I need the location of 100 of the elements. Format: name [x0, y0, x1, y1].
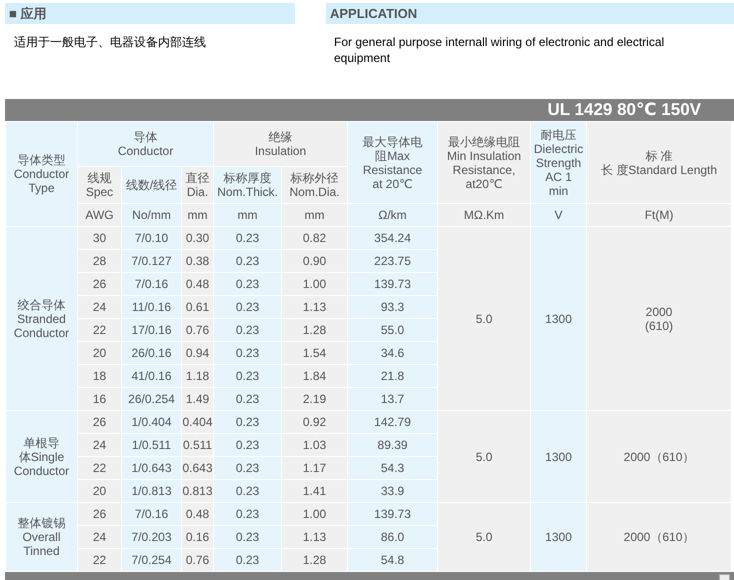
table-cell: 93.3	[348, 296, 438, 318]
unit-cell: Ft(M)	[586, 204, 732, 226]
table-cell: 86.0	[348, 526, 438, 548]
table-cell: 0.48	[182, 502, 214, 526]
column-header: 绝缘 Insulation	[214, 122, 348, 166]
table-cell: 26	[78, 272, 122, 296]
table-cell: 1.13	[282, 296, 348, 318]
section-text: For general purpose internall wiring of electronic and electrical equipment	[333, 34, 666, 67]
table-cell: 24	[78, 434, 122, 456]
table-cell: 2000（610）	[586, 502, 732, 572]
table-cell: 0.23	[214, 456, 282, 480]
column-header: 最大导体电 阻Max Resistance at 20℃	[348, 122, 438, 204]
table-cell: 26/0.254	[122, 388, 182, 410]
table-cell: 16	[78, 388, 122, 410]
table-cell: 0.94	[182, 342, 214, 364]
table-cell: 2000（610）	[586, 410, 732, 502]
column-header: 标称厚度 Nom.Thick.	[214, 166, 282, 204]
table-cell: 0.23	[214, 388, 282, 410]
section-heading: APPLICATION	[326, 3, 734, 24]
table-cell: 0.61	[182, 296, 214, 318]
table-cell: 7/0.127	[122, 250, 182, 272]
table-cell: 1/0.511	[122, 434, 182, 456]
table-cell: 5.0	[438, 226, 531, 410]
table-cell: 24	[78, 296, 122, 318]
table-cell: 0.23	[214, 364, 282, 388]
table-cell: 0.38	[182, 250, 214, 272]
unit-cell: Ω/km	[348, 204, 438, 226]
table-cell: 0.16	[182, 526, 214, 548]
unit-cell: AWG	[78, 204, 122, 226]
table-cell: 0.23	[214, 272, 282, 296]
table-cell: 0.82	[282, 226, 348, 250]
table-cell: 13.7	[348, 388, 438, 410]
column-header: 标称外径 Nom.Dia.	[282, 166, 348, 204]
table-cell: 41/0.16	[122, 364, 182, 388]
column-header: 最小绝缘电阻 Min Insulation Resistance, at20℃	[438, 122, 531, 204]
table-cell: 89.39	[348, 434, 438, 456]
column-header: 直径 Dia.	[182, 166, 214, 204]
table-cell: 33.9	[348, 480, 438, 502]
table-cell: 0.76	[182, 548, 214, 572]
table-cell: 0.23	[214, 318, 282, 342]
table-cell: 0.23	[214, 410, 282, 434]
table-cell: 1.49	[182, 388, 214, 410]
table-cell: 17/0.16	[122, 318, 182, 342]
table-cell: 1.54	[282, 342, 348, 364]
table-cell: 54.8	[348, 548, 438, 572]
table-cell: 0.90	[282, 250, 348, 272]
table-cell: 0.23	[214, 296, 282, 318]
column-header: 导体类型 Conductor Type	[6, 122, 78, 226]
table-cell: 26/0.16	[122, 342, 182, 364]
table-cell: 5.0	[438, 502, 531, 572]
table-cell: 28	[78, 250, 122, 272]
table-cell: 0.23	[214, 342, 282, 364]
table-cell: 7/0.10	[122, 226, 182, 250]
table-cell: 1/0.643	[122, 456, 182, 480]
column-header: 线数/线径	[122, 166, 182, 204]
table-cell: 26	[78, 410, 122, 434]
table-cell: 0.23	[214, 502, 282, 526]
table-cell: 142.79	[348, 410, 438, 434]
table-cell: 0.23	[214, 526, 282, 548]
table-cell: 0.30	[182, 226, 214, 250]
row-header: 绞合导体 Stranded Conductor	[6, 226, 78, 410]
table-cell: 30	[78, 226, 122, 250]
unit-cell: V	[530, 204, 587, 226]
column-header: 标 准 长 度Standard Length	[586, 122, 732, 204]
table-cell: 0.511	[182, 434, 214, 456]
table-cell: 1.28	[282, 548, 348, 572]
unit-cell: mm	[182, 204, 214, 226]
table-cell: 2.19	[282, 388, 348, 410]
table-cell: 1/0.813	[122, 480, 182, 502]
table-cell: 1300	[530, 502, 587, 572]
table-cell: 0.813	[182, 480, 214, 502]
row-header: 单根导 体Single Conductor	[6, 410, 78, 502]
table-cell: 1.13	[282, 526, 348, 548]
table-cell: 24	[78, 526, 122, 548]
table-cell: 1300	[530, 410, 587, 502]
table-cell: 1.18	[182, 364, 214, 388]
table-cell: 21.8	[348, 364, 438, 388]
table-cell: 11/0.16	[122, 296, 182, 318]
table-cell: 1300	[530, 226, 587, 410]
table-cell: 5.0	[438, 410, 531, 502]
table-cell: 20	[78, 342, 122, 364]
column-header: 导体 Conductor	[78, 122, 214, 166]
table-cell: 34.6	[348, 342, 438, 364]
column-header: 线规 Spec	[78, 166, 122, 204]
table-cell: 0.48	[182, 272, 214, 296]
table-cell: 0.76	[182, 318, 214, 342]
table-cell: 0.23	[214, 226, 282, 250]
table-cell: 354.24	[348, 226, 438, 250]
table-cell: 1.03	[282, 434, 348, 456]
table-cell: 54.3	[348, 456, 438, 480]
table-cell: 223.75	[348, 250, 438, 272]
table-cell: 0.23	[214, 250, 282, 272]
table-cell: 0.23	[214, 480, 282, 502]
table-cell: 139.73	[348, 502, 438, 526]
table-cell: 0.92	[282, 410, 348, 434]
table-cell: 7/0.254	[122, 548, 182, 572]
table-cell: 7/0.16	[122, 502, 182, 526]
table-cell: 1.41	[282, 480, 348, 502]
table-cell: 0.643	[182, 456, 214, 480]
table-cell: 1.28	[282, 318, 348, 342]
